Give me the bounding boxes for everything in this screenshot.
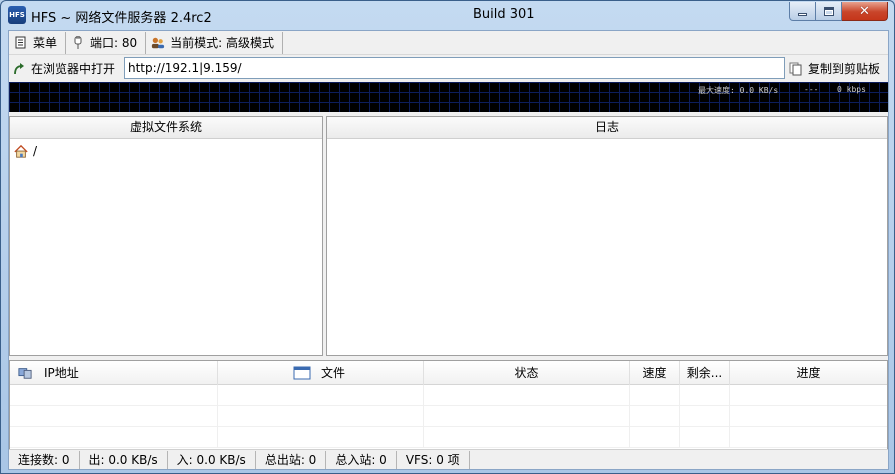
- column-remaining-label: 剩余...: [686, 365, 723, 380]
- app-window: HFS HFS ~ 网络文件服务器 2.4rc2 Build 301 ✕ 菜单: [0, 0, 895, 474]
- column-progress-label: 进度: [796, 365, 821, 380]
- column-remaining[interactable]: 剩余...: [680, 361, 730, 385]
- column-file[interactable]: 文件: [218, 361, 424, 385]
- users-icon: [151, 36, 165, 50]
- bandwidth-graph[interactable]: 最大速度: 0.0 KB/s --- 0 kbps: [9, 82, 888, 112]
- list-row: [10, 427, 887, 448]
- menu-icon: [14, 36, 28, 50]
- log-panel-header: 日志: [327, 117, 887, 139]
- copy-to-clipboard-label: 复制到剪贴板: [808, 62, 881, 76]
- main-toolbar: 菜单 端口: 80 当前模式: 高级模式: [9, 31, 888, 55]
- vfs-root-label: /: [33, 144, 38, 158]
- window-file-icon: [293, 366, 311, 380]
- copy-icon: [789, 62, 803, 76]
- port-label: 端口: 80: [90, 36, 138, 50]
- network-computer-icon: [18, 366, 32, 380]
- column-progress[interactable]: 进度: [730, 361, 887, 385]
- column-speed-label: 速度: [642, 365, 667, 380]
- connections-list-header: IP地址 文件 状态 速度 剩余... 进度: [10, 361, 887, 385]
- maximize-icon: [823, 6, 834, 16]
- column-ip[interactable]: IP地址: [10, 361, 218, 385]
- menu-button[interactable]: 菜单: [9, 31, 67, 54]
- connections-list[interactable]: IP地址 文件 状态 速度 剩余... 进度: [9, 360, 888, 454]
- close-button[interactable]: ✕: [842, 2, 888, 21]
- max-speed-readout: 最大速度: 0.0 KB/s: [698, 86, 779, 95]
- redo-arrow-icon: [12, 62, 26, 76]
- window-title: HFS ~ 网络文件服务器 2.4rc2: [31, 11, 212, 26]
- minimize-button[interactable]: [789, 2, 816, 21]
- vfs-root-item[interactable]: /: [14, 144, 322, 158]
- minimize-icon: [798, 13, 807, 16]
- status-vfs[interactable]: VFS: 0 项: [397, 450, 470, 469]
- port-button[interactable]: 端口: 80: [66, 31, 147, 54]
- status-connections: 连接数: 0: [9, 450, 80, 469]
- column-speed[interactable]: 速度: [630, 361, 680, 385]
- maximize-button[interactable]: [816, 2, 842, 21]
- hfs-app-icon[interactable]: HFS: [8, 6, 26, 24]
- menu-label: 菜单: [33, 36, 58, 50]
- log-panel[interactable]: 日志: [326, 116, 888, 356]
- list-row: [10, 385, 887, 406]
- status-out: 出: 0.0 KB/s: [80, 450, 168, 469]
- column-file-label: 文件: [321, 365, 346, 380]
- status-total-out: 总出站: 0: [256, 450, 327, 469]
- status-total-in: 总入站: 0: [326, 450, 397, 469]
- port-plug-icon: [71, 35, 85, 50]
- close-icon: ✕: [859, 3, 870, 19]
- status-in: 入: 0.0 KB/s: [168, 450, 256, 469]
- mode-button[interactable]: 当前模式: 高级模式: [146, 31, 284, 54]
- vfs-panel-header: 虚拟文件系统: [10, 117, 322, 139]
- graph-dashes: ---: [804, 85, 819, 94]
- kbps-readout: 0 kbps: [837, 85, 866, 94]
- build-label: Build 301: [473, 7, 535, 22]
- column-ip-label: IP地址: [44, 365, 79, 380]
- list-row: [10, 406, 887, 427]
- address-toolbar: 在浏览器中打开 复制到剪贴板: [9, 56, 888, 81]
- status-bar: 连接数: 0 出: 0.0 KB/s 入: 0.0 KB/s 总出站: 0 总入…: [9, 449, 888, 469]
- url-field[interactable]: [124, 57, 785, 79]
- home-icon: [14, 144, 28, 158]
- open-in-browser-button[interactable]: 在浏览器中打开: [12, 59, 115, 78]
- window-controls: ✕: [789, 2, 888, 21]
- column-status[interactable]: 状态: [424, 361, 630, 385]
- title-bar[interactable]: HFS HFS ~ 网络文件服务器 2.4rc2 Build 301 ✕: [1, 1, 894, 29]
- copy-to-clipboard-button[interactable]: 复制到剪贴板: [789, 59, 880, 78]
- column-status-label: 状态: [514, 365, 539, 380]
- mode-label: 当前模式: 高级模式: [170, 36, 275, 50]
- open-in-browser-label: 在浏览器中打开: [31, 62, 116, 76]
- vfs-panel: 虚拟文件系统 /: [9, 116, 323, 356]
- client-area: 菜单 端口: 80 当前模式: 高级模式 在浏览器中打开 http://192.…: [8, 30, 889, 470]
